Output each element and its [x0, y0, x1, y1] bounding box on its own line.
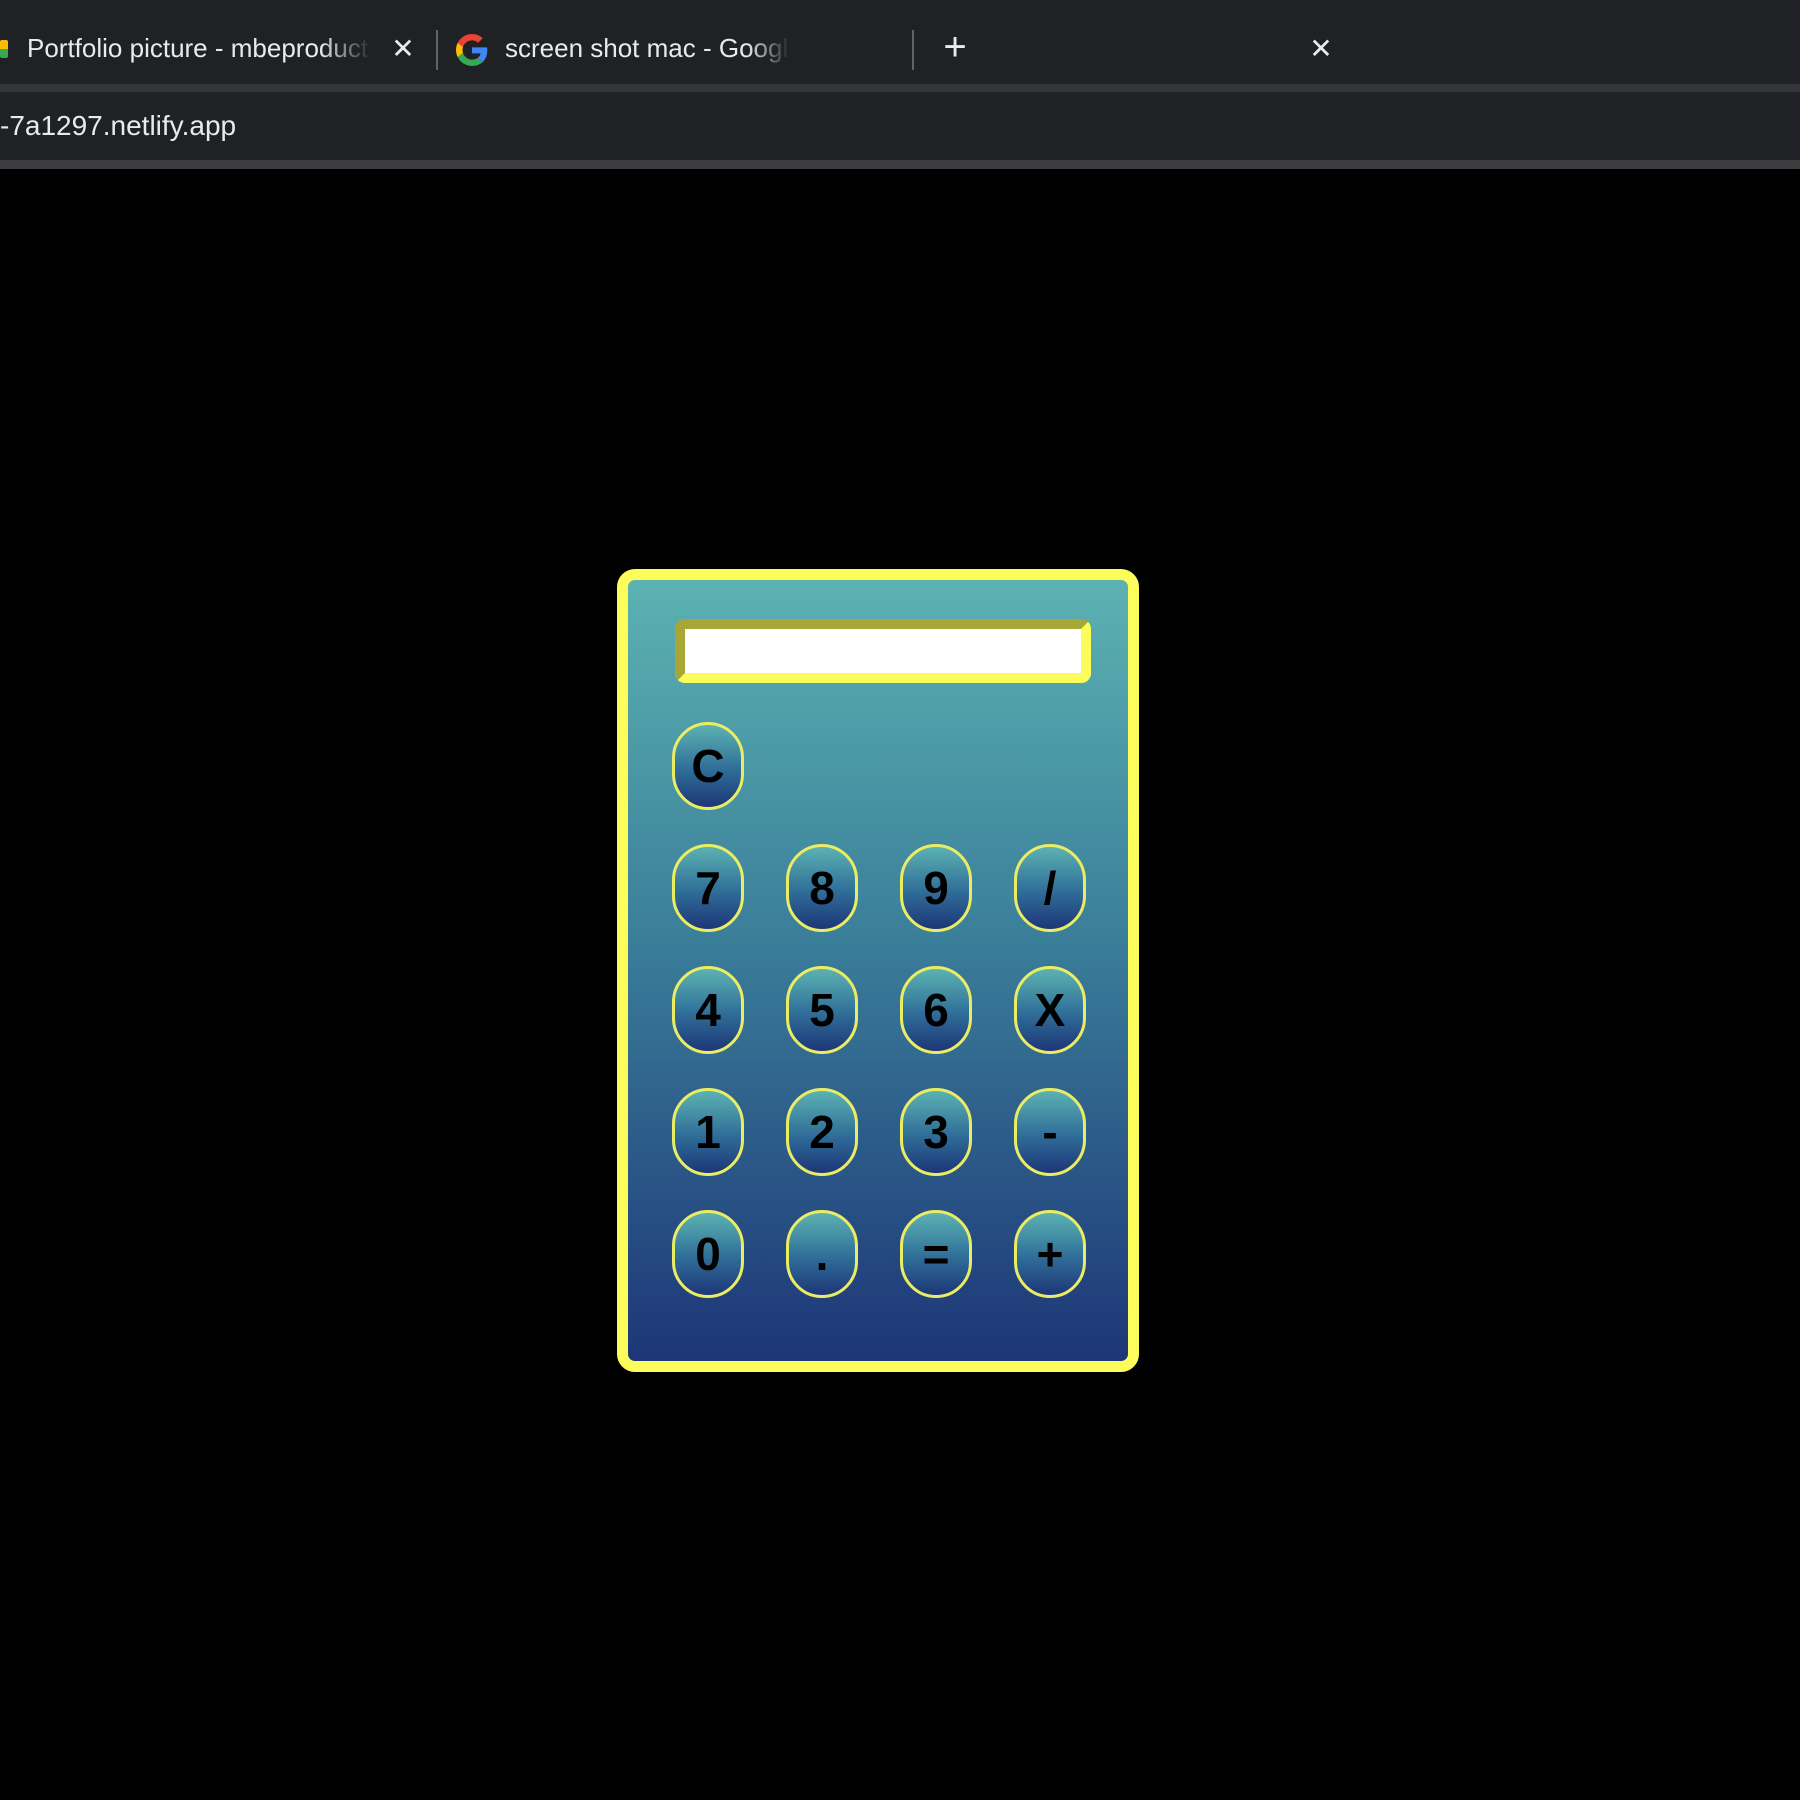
decimal-button[interactable]: .	[786, 1210, 858, 1298]
new-tab-icon[interactable]: +	[940, 27, 970, 67]
google-g-icon	[456, 34, 488, 66]
two-button[interactable]: 2	[786, 1088, 858, 1176]
tab-title: screen shot mac - Google Sea	[505, 33, 790, 63]
clear-button[interactable]: C	[672, 722, 744, 810]
divide-button[interactable]: /	[1014, 844, 1086, 932]
tab-separator	[912, 30, 914, 70]
address-bar-url[interactable]: -7a1297.netlify.app	[0, 106, 236, 146]
five-button[interactable]: 5	[786, 966, 858, 1054]
zero-button[interactable]: 0	[672, 1210, 744, 1298]
eight-button[interactable]: 8	[786, 844, 858, 932]
browser-toolbar: -7a1297.netlify.app	[0, 92, 1800, 160]
one-button[interactable]: 1	[672, 1088, 744, 1176]
subtract-button[interactable]: -	[1014, 1088, 1086, 1176]
multiply-button[interactable]: X	[1014, 966, 1086, 1054]
four-button[interactable]: 4	[672, 966, 744, 1054]
browser-tab-bar: Portfolio picture - mbeproduct ✕ screen …	[0, 0, 1800, 84]
toolbar-divider	[0, 84, 1800, 92]
seven-button[interactable]: 7	[672, 844, 744, 932]
add-button[interactable]: +	[1014, 1210, 1086, 1298]
close-tab-icon[interactable]: ✕	[1306, 34, 1336, 64]
nine-button[interactable]: 9	[900, 844, 972, 932]
equals-button[interactable]: =	[900, 1210, 972, 1298]
tab-separator	[436, 30, 438, 70]
tab-title: Portfolio picture - mbeproduct	[27, 33, 369, 63]
six-button[interactable]: 6	[900, 966, 972, 1054]
calculator: C 7 8 9 / 4 5 6 X 1 2 3 - 0 . = +	[617, 569, 1139, 1372]
toolbar-bottom-border	[0, 160, 1800, 169]
browser-tab-google-search[interactable]: screen shot mac - Google Sea ✕	[440, 14, 1333, 84]
calculator-display[interactable]	[675, 619, 1091, 683]
close-tab-icon[interactable]: ✕	[388, 34, 418, 64]
three-button[interactable]: 3	[900, 1088, 972, 1176]
browser-tab-portfolio[interactable]: Portfolio picture - mbeproduct ✕	[0, 14, 430, 84]
google-drive-icon	[0, 40, 8, 58]
